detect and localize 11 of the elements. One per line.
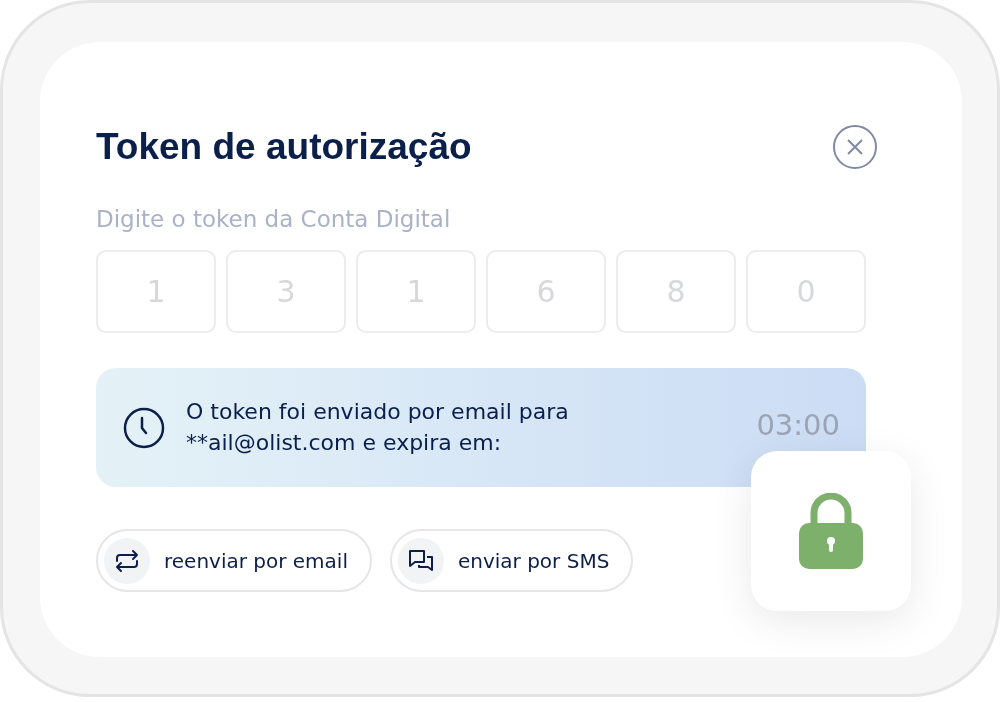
field-label: Digite o token da Conta Digital [96, 206, 452, 232]
countdown-timer: 03:00 [756, 408, 840, 442]
sms-button[interactable]: enviar por SMS [389, 529, 634, 592]
chat-icon [406, 547, 435, 574]
padlock-icon [799, 493, 863, 569]
close-icon[interactable] [832, 124, 878, 170]
repeat-icon [113, 548, 141, 573]
info-text: O token foi enviado por email para **ail@olist.com e expira em: [186, 397, 570, 457]
resend-button[interactable]: reenviar por email [96, 529, 372, 592]
dialog-title: Token de autorização [96, 126, 472, 168]
clock-icon [122, 405, 166, 450]
